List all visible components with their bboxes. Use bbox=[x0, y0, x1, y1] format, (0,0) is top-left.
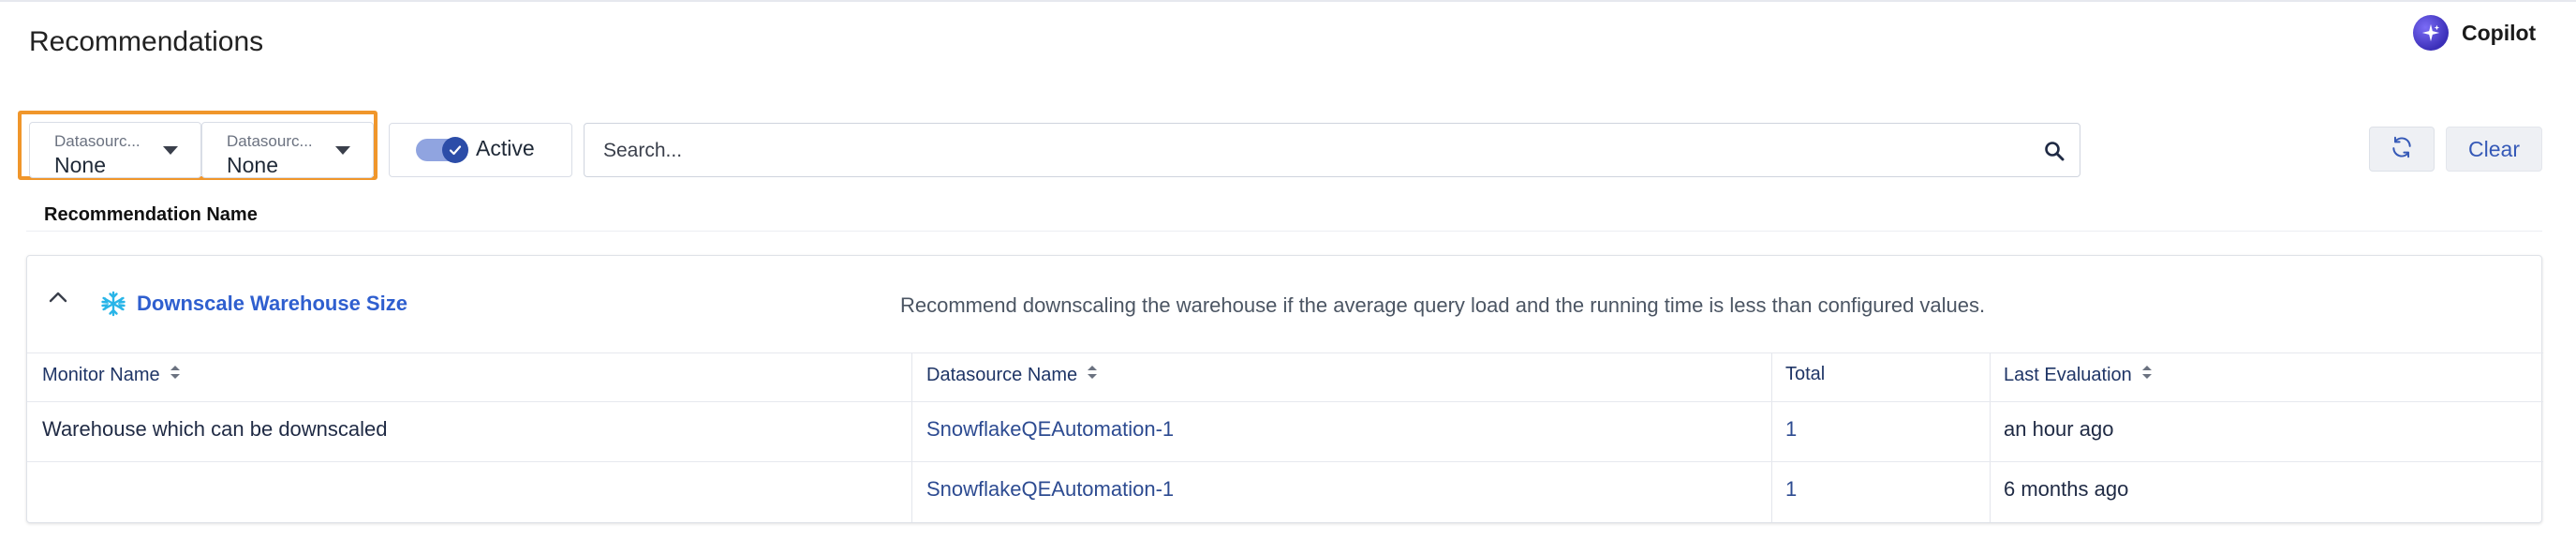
search-icon[interactable] bbox=[2044, 141, 2065, 166]
recommendation-title[interactable]: Downscale Warehouse Size bbox=[137, 292, 407, 316]
datasource-select-2[interactable]: Datasourc... None bbox=[201, 122, 374, 178]
refresh-icon bbox=[2390, 135, 2414, 164]
datasource-filter-group: Datasourc... None Datasourc... None bbox=[18, 111, 378, 180]
recommendation-description: Recommend downscaling the warehouse if t… bbox=[900, 293, 1986, 317]
header-divider bbox=[26, 231, 2542, 232]
copilot-button[interactable]: Copilot bbox=[2413, 15, 2536, 51]
th-datasource-name-label: Datasource Name bbox=[926, 364, 1078, 385]
datasource-select-1-value: None bbox=[54, 153, 106, 177]
column-separator bbox=[1990, 353, 1991, 522]
recommendation-name-header: Recommendation Name bbox=[44, 204, 258, 225]
th-last-evaluation-label: Last Evaluation bbox=[2004, 364, 2132, 385]
sort-icon bbox=[2141, 364, 2153, 386]
active-filter: Active bbox=[389, 123, 572, 177]
datasource-select-1[interactable]: Datasourc... None bbox=[29, 122, 201, 178]
divider bbox=[27, 461, 2543, 462]
th-total-label: Total bbox=[1785, 364, 1826, 384]
cell-last-evaluation: an hour ago bbox=[2004, 417, 2114, 441]
chevron-down-icon bbox=[335, 146, 350, 155]
cell-datasource-name[interactable]: SnowflakeQEAutomation-1 bbox=[926, 417, 1174, 442]
th-last-evaluation[interactable]: Last Evaluation bbox=[2004, 364, 2153, 386]
top-border bbox=[0, 0, 2576, 2]
cell-datasource-name[interactable]: SnowflakeQEAutomation-1 bbox=[926, 477, 1174, 502]
page-title: Recommendations bbox=[29, 26, 264, 57]
cell-total: 1 bbox=[1785, 477, 1798, 501]
check-icon bbox=[442, 137, 468, 163]
column-separator bbox=[911, 353, 912, 522]
snowflake-icon bbox=[99, 290, 127, 322]
copilot-label: Copilot bbox=[2462, 20, 2537, 45]
search-input[interactable] bbox=[601, 135, 2010, 167]
column-separator bbox=[1771, 353, 1772, 522]
recommendation-card: Downscale Warehouse Size Recommend downs… bbox=[26, 255, 2543, 523]
active-label: Active bbox=[476, 136, 535, 160]
cell-total: 1 bbox=[1785, 417, 1798, 441]
sort-icon bbox=[170, 364, 181, 386]
clear-button[interactable]: Clear bbox=[2446, 127, 2542, 172]
active-toggle[interactable] bbox=[416, 137, 468, 163]
divider bbox=[27, 401, 2543, 402]
cell-monitor-name: Warehouse which can be downscaled bbox=[42, 417, 388, 441]
divider bbox=[27, 352, 2543, 353]
datasource-select-2-value: None bbox=[227, 153, 278, 177]
refresh-button[interactable] bbox=[2369, 127, 2435, 172]
cell-last-evaluation: 6 months ago bbox=[2004, 477, 2129, 501]
copilot-sparkle-icon bbox=[2413, 15, 2449, 51]
th-monitor-name-label: Monitor Name bbox=[42, 364, 160, 385]
th-datasource-name[interactable]: Datasource Name bbox=[926, 364, 1098, 386]
th-total: Total bbox=[1785, 364, 1825, 385]
sort-icon bbox=[1087, 364, 1098, 386]
th-monitor-name[interactable]: Monitor Name bbox=[42, 364, 181, 386]
datasource-select-2-label: Datasourc... bbox=[227, 132, 313, 150]
datasource-select-1-label: Datasourc... bbox=[54, 132, 141, 150]
search-field bbox=[584, 123, 2080, 177]
chevron-down-icon bbox=[163, 146, 178, 155]
chevron-up-icon[interactable] bbox=[48, 290, 68, 309]
